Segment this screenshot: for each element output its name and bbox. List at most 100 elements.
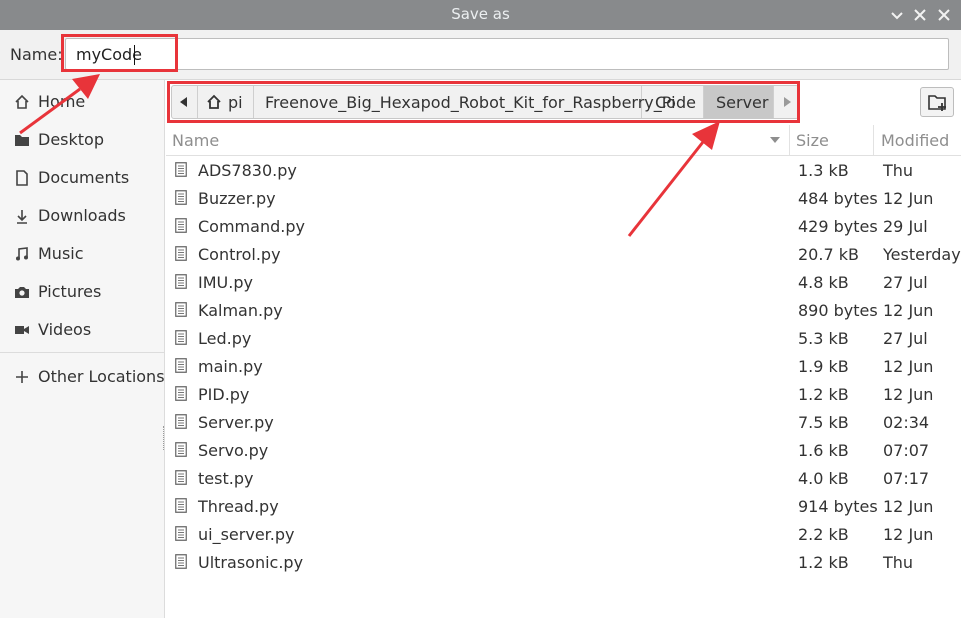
file-modified: 07:07 bbox=[883, 441, 930, 460]
file-modified: 12 Jun bbox=[883, 497, 934, 516]
file-name: main.py bbox=[198, 357, 263, 376]
text-file-icon bbox=[175, 386, 187, 401]
file-size: 5.3 kB bbox=[798, 329, 849, 348]
sidebar-item-home[interactable]: Home bbox=[0, 85, 165, 119]
sidebar-item-documents[interactable]: Documents bbox=[0, 161, 165, 195]
sidebar-item-label: Documents bbox=[38, 168, 130, 187]
path-scroll-left-button[interactable] bbox=[172, 86, 198, 118]
column-header-name[interactable]: Name bbox=[172, 131, 219, 150]
text-caret bbox=[134, 45, 135, 65]
file-size: 890 bytes bbox=[798, 301, 878, 320]
file-modified: Thu bbox=[883, 161, 914, 180]
triangle-right-icon bbox=[784, 97, 791, 107]
path-crumb-robot-kit[interactable]: Freenove_Big_Hexapod_Robot_Kit_for_Raspb… bbox=[254, 86, 676, 118]
file-name: ADS7830.py bbox=[198, 161, 297, 180]
path-crumb-label: Server bbox=[716, 93, 769, 112]
sidebar-item-music[interactable]: Music bbox=[0, 237, 165, 271]
path-crumb-label: Code bbox=[655, 93, 696, 112]
text-file-icon bbox=[175, 526, 187, 541]
file-row[interactable]: ADS7830.py 1.3 kB Thu bbox=[166, 156, 961, 184]
file-size: 1.2 kB bbox=[798, 553, 849, 572]
home-icon bbox=[207, 94, 221, 109]
column-header-size[interactable]: Size bbox=[796, 131, 829, 150]
file-row[interactable]: Servo.py 1.6 kB 07:07 bbox=[166, 436, 961, 464]
download-icon bbox=[17, 210, 27, 224]
file-row[interactable]: PID.py 1.2 kB 12 Jun bbox=[166, 380, 961, 408]
file-size: 1.2 kB bbox=[798, 385, 849, 404]
file-row[interactable]: Server.py 7.5 kB 02:34 bbox=[166, 408, 961, 436]
file-row[interactable]: IMU.py 4.8 kB 27 Jul bbox=[166, 268, 961, 296]
new-folder-button[interactable] bbox=[920, 87, 954, 117]
file-row[interactable]: main.py 1.9 kB 12 Jun bbox=[166, 352, 961, 380]
close-icon[interactable] bbox=[912, 7, 928, 23]
file-size: 429 bytes bbox=[798, 217, 878, 236]
sidebar-item-label: Desktop bbox=[38, 130, 104, 149]
sidebar-item-downloads[interactable]: Downloads bbox=[0, 199, 165, 233]
file-name: PID.py bbox=[198, 385, 250, 404]
sidebar-item-videos[interactable]: Videos bbox=[0, 313, 165, 347]
text-file-icon bbox=[175, 358, 187, 373]
column-divider[interactable] bbox=[789, 125, 790, 155]
file-modified: 12 Jun bbox=[883, 357, 934, 376]
sidebar-item-label: Other Locations bbox=[38, 367, 165, 386]
file-row[interactable]: test.py 4.0 kB 07:17 bbox=[166, 464, 961, 492]
path-crumb-code[interactable]: Code bbox=[642, 86, 704, 118]
file-row[interactable]: Thread.py 914 bytes 12 Jun bbox=[166, 492, 961, 520]
path-crumb-pi[interactable]: pi bbox=[198, 86, 254, 118]
sidebar-item-pictures[interactable]: Pictures bbox=[0, 275, 165, 309]
file-name: ui_server.py bbox=[198, 525, 295, 544]
sidebar-item-label: Pictures bbox=[38, 282, 102, 301]
file-modified: Thu bbox=[883, 553, 914, 572]
plus-icon bbox=[16, 371, 28, 383]
name-bar: Name: bbox=[0, 30, 961, 80]
file-row[interactable]: Kalman.py 890 bytes 12 Jun bbox=[166, 296, 961, 324]
file-name: Buzzer.py bbox=[198, 189, 276, 208]
file-modified: 27 Jul bbox=[883, 273, 928, 292]
text-file-icon bbox=[175, 190, 187, 205]
file-modified: 02:34 bbox=[883, 413, 930, 432]
sidebar-item-label: Downloads bbox=[38, 206, 126, 225]
file-row[interactable]: ui_server.py 2.2 kB 12 Jun bbox=[166, 520, 961, 548]
file-name: Server.py bbox=[198, 413, 274, 432]
file-size: 7.5 kB bbox=[798, 413, 849, 432]
file-size: 4.0 kB bbox=[798, 469, 849, 488]
column-divider[interactable] bbox=[873, 125, 874, 155]
chevron-down-icon[interactable] bbox=[889, 7, 905, 23]
text-file-icon bbox=[175, 470, 187, 485]
text-file-icon bbox=[175, 554, 187, 569]
file-row[interactable]: Ultrasonic.py 1.2 kB Thu bbox=[166, 548, 961, 576]
file-row[interactable]: Control.py 20.7 kB Yesterday bbox=[166, 240, 961, 268]
title-bar: Save as bbox=[0, 0, 961, 30]
close-window-icon[interactable] bbox=[936, 7, 952, 23]
text-file-icon bbox=[175, 218, 187, 233]
sidebar-item-label: Music bbox=[38, 244, 84, 263]
text-file-icon bbox=[175, 442, 187, 457]
file-size: 1.3 kB bbox=[798, 161, 849, 180]
sidebar-item-label: Home bbox=[38, 92, 86, 111]
file-modified: Yesterday bbox=[883, 245, 961, 264]
new-folder-icon bbox=[928, 95, 946, 111]
sidebar-item-label: Videos bbox=[38, 320, 92, 339]
file-row[interactable]: Command.py 429 bytes 29 Jul bbox=[166, 212, 961, 240]
file-name: Ultrasonic.py bbox=[198, 553, 304, 572]
camera-icon bbox=[15, 287, 29, 298]
file-list: ADS7830.py 1.3 kB Thu Buzzer.py 484 bytes 12 … bbox=[166, 156, 961, 576]
sidebar-item-other-locations[interactable]: Other Locations bbox=[0, 360, 165, 394]
file-row[interactable]: Led.py 5.3 kB 27 Jul bbox=[166, 324, 961, 352]
file-size: 20.7 kB bbox=[798, 245, 859, 264]
text-file-icon bbox=[175, 162, 187, 177]
file-row[interactable]: Buzzer.py 484 bytes 12 Jun bbox=[166, 184, 961, 212]
file-name-input[interactable] bbox=[65, 38, 949, 70]
path-scroll-right-button[interactable] bbox=[774, 86, 798, 118]
column-header-modified[interactable]: Modified bbox=[881, 131, 949, 150]
file-size: 2.2 kB bbox=[798, 525, 849, 544]
path-crumb-label: pi bbox=[228, 93, 243, 112]
file-name: IMU.py bbox=[198, 273, 253, 292]
text-file-icon bbox=[175, 246, 187, 261]
sidebar-item-desktop[interactable]: Desktop bbox=[0, 123, 165, 157]
file-list-header: Name Size Modified bbox=[166, 125, 961, 156]
sidebar-divider bbox=[0, 352, 165, 353]
path-crumb-server[interactable]: Server bbox=[704, 86, 774, 118]
file-size: 914 bytes bbox=[798, 497, 878, 516]
home-icon bbox=[15, 94, 29, 109]
